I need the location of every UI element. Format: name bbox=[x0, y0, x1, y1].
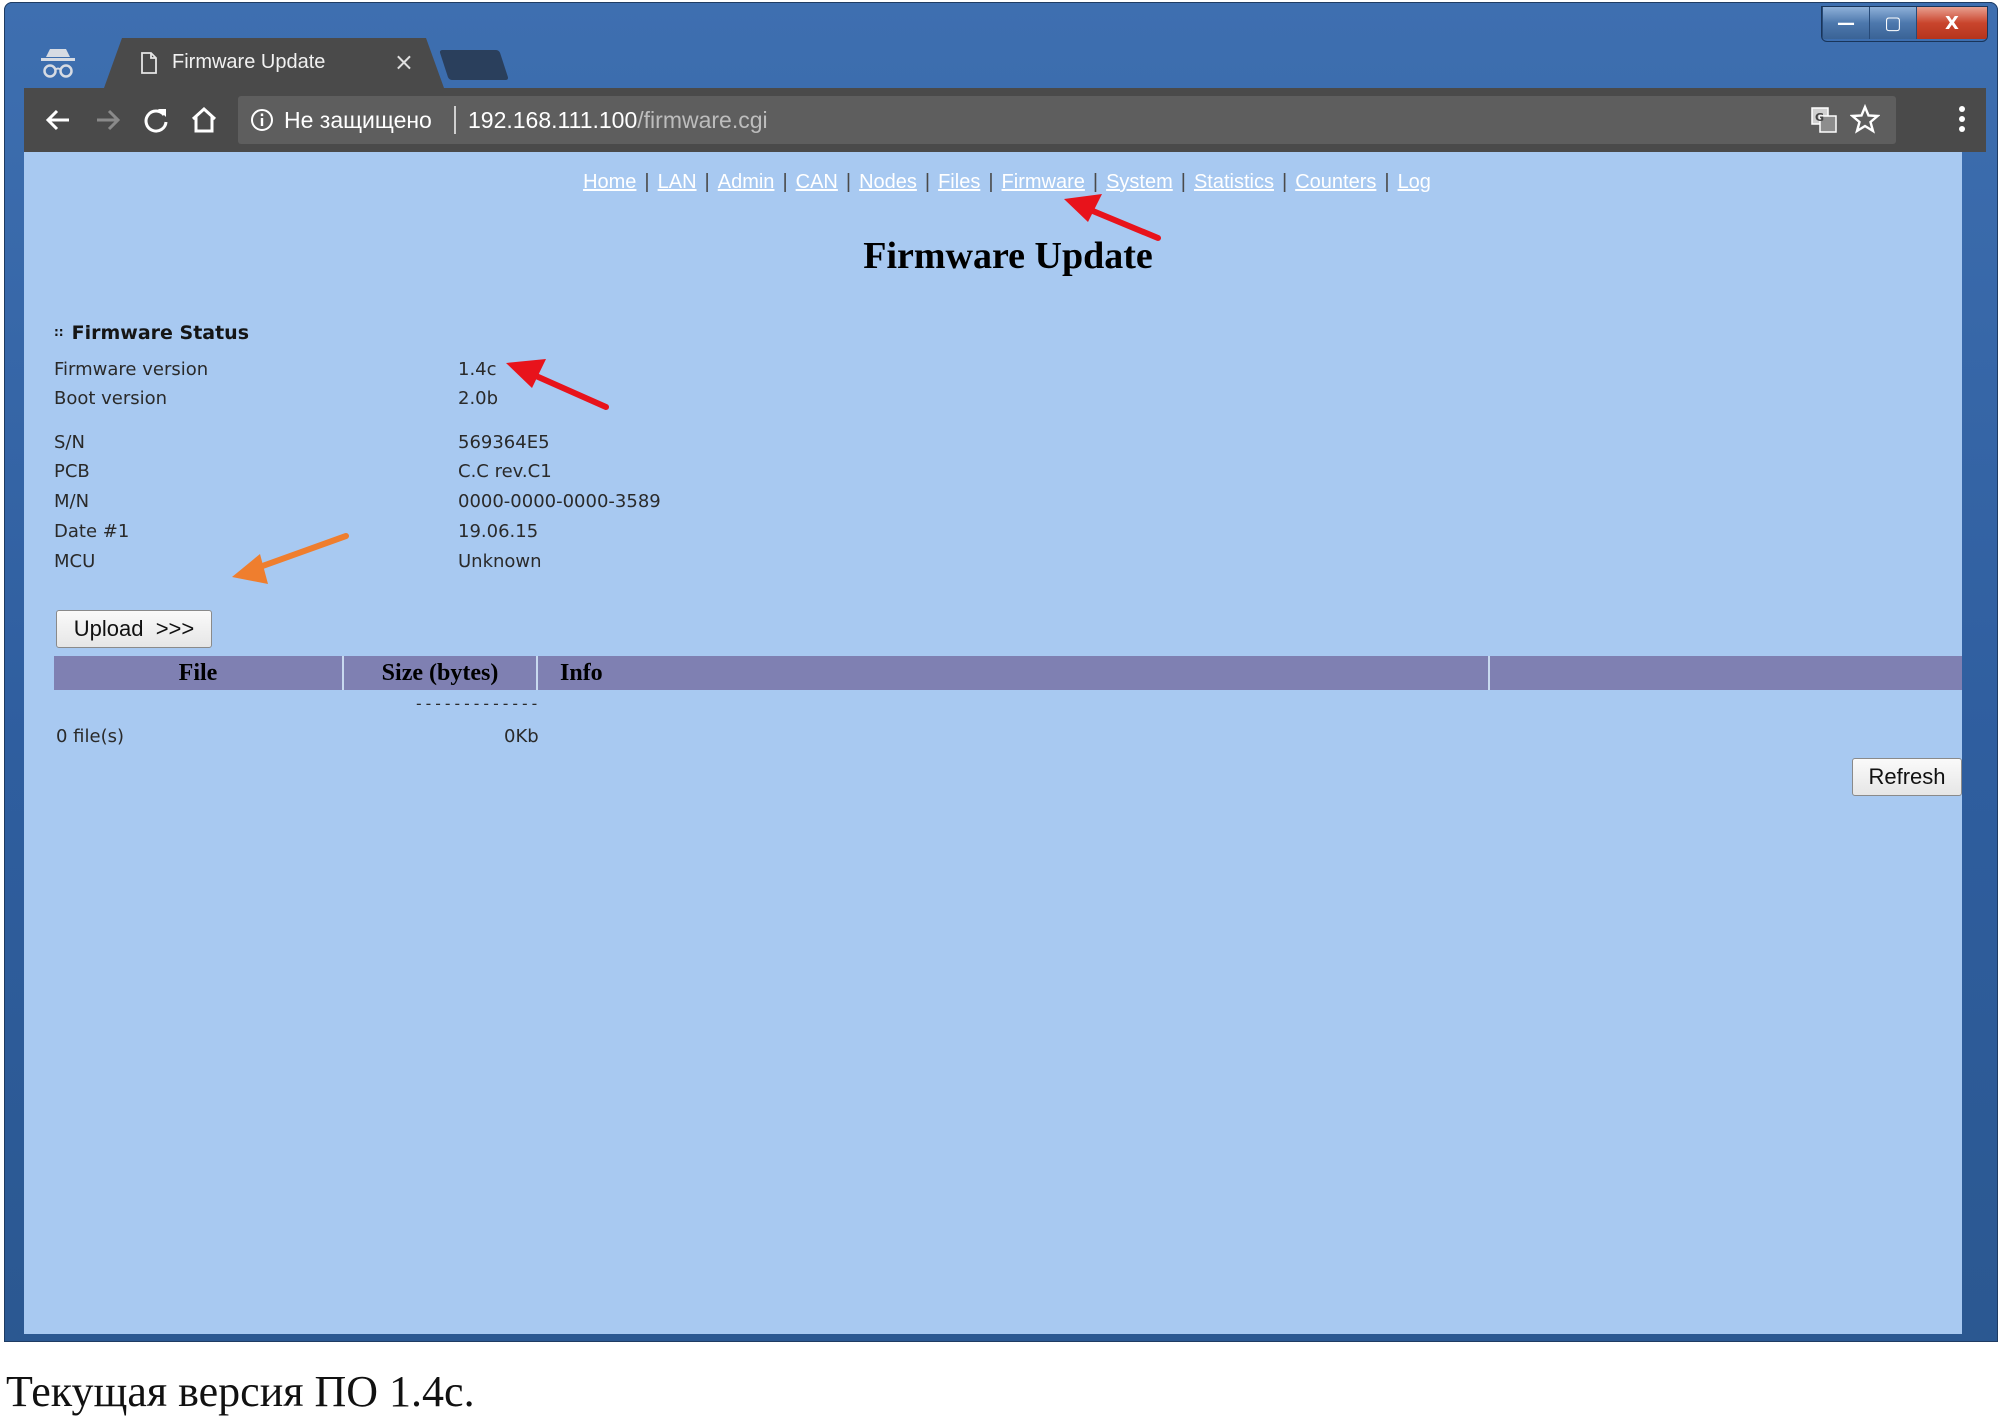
tab-close-button[interactable]: × bbox=[394, 48, 414, 76]
close-window-button[interactable]: X bbox=[1916, 7, 1987, 39]
nav-link-home[interactable]: Home bbox=[583, 171, 636, 193]
nav-separator: | bbox=[924, 171, 931, 193]
status-label: Firmware version bbox=[54, 359, 209, 380]
nav-link-statistics[interactable]: Statistics bbox=[1194, 171, 1274, 193]
column-header-info: Info bbox=[538, 656, 1490, 690]
nav-separator: | bbox=[845, 171, 852, 193]
tab-firmware-update[interactable]: Firmware Update × bbox=[104, 38, 444, 88]
status-label: M/N bbox=[54, 491, 90, 512]
nav-separator: | bbox=[782, 171, 788, 193]
browser-toolbar: Не защищено 192.168.111.100/firmware.cgi… bbox=[24, 88, 1986, 152]
nav-separator: | bbox=[1384, 171, 1390, 193]
status-value: 1.4c bbox=[458, 359, 497, 380]
nav-link-counters[interactable]: Counters bbox=[1295, 171, 1376, 193]
security-label[interactable]: Не защищено bbox=[284, 107, 432, 134]
nav-link-lan[interactable]: LAN bbox=[658, 171, 697, 193]
red-arrow-firmware-link-icon bbox=[1064, 194, 1161, 241]
status-label: Boot version bbox=[54, 388, 168, 409]
nav-separator: | bbox=[704, 171, 710, 193]
url-host: 192.168.111.100 bbox=[468, 107, 638, 133]
column-header-file: File bbox=[54, 656, 344, 690]
url-text[interactable]: 192.168.111.100/firmware.cgi bbox=[468, 107, 768, 134]
translate-icon[interactable]: G bbox=[1810, 106, 1838, 138]
upload-button[interactable]: Upload >>> bbox=[56, 610, 212, 648]
status-value: 0000-0000-0000-3589 bbox=[458, 491, 661, 512]
nav-separator: | bbox=[644, 171, 650, 193]
heading-text: Firmware Status bbox=[71, 322, 250, 344]
nav-link-can[interactable]: CAN bbox=[796, 171, 838, 193]
column-header-extra bbox=[1490, 656, 1962, 690]
firmware-status-heading: :: Firmware Status bbox=[54, 322, 249, 344]
address-separator bbox=[454, 106, 456, 134]
page-viewport: Home | LAN | Admin | CAN | Nodes | Files | Firmware |… bbox=[24, 152, 1962, 1334]
browser-window: — ▢ X Firmware Update × Не защищено 192.… bbox=[4, 2, 1998, 1342]
status-label: S/N bbox=[54, 432, 85, 453]
top-navigation: Home | LAN | Admin | CAN | Nodes | Files | Firmware |… bbox=[24, 171, 1962, 194]
status-value: 569364E5 bbox=[458, 432, 550, 453]
nav-separator: | bbox=[988, 171, 994, 193]
status-value: 19.06.15 bbox=[458, 521, 539, 542]
window-controls: — ▢ X bbox=[1821, 6, 1988, 42]
nav-separator: | bbox=[1092, 171, 1099, 193]
status-value: 2.0b bbox=[458, 388, 499, 409]
files-table-header: File Size (bytes) Info bbox=[54, 656, 1962, 690]
reload-icon[interactable] bbox=[138, 102, 174, 138]
orange-arrow-upload-icon bbox=[232, 533, 349, 584]
refresh-button[interactable]: Refresh bbox=[1852, 758, 1962, 796]
heading-bullet: :: bbox=[54, 325, 64, 339]
nav-link-admin[interactable]: Admin bbox=[718, 171, 775, 193]
red-arrow-version-icon bbox=[506, 359, 609, 410]
incognito-icon[interactable] bbox=[36, 46, 80, 80]
status-value: C.C rev.C1 bbox=[458, 461, 552, 482]
total-size: 0Kb bbox=[504, 726, 539, 747]
nav-link-system[interactable]: System bbox=[1106, 171, 1173, 193]
maximize-button[interactable]: ▢ bbox=[1869, 7, 1916, 39]
info-icon[interactable] bbox=[250, 108, 274, 136]
minimize-button[interactable]: — bbox=[1822, 7, 1869, 39]
nav-link-log[interactable]: Log bbox=[1398, 171, 1431, 193]
nav-link-firmware[interactable]: Firmware bbox=[1002, 171, 1085, 193]
svg-text:G: G bbox=[1815, 111, 1824, 124]
caption-text: Текущая версия ПО 1.4с. bbox=[6, 1367, 475, 1416]
page-title: Firmware Update bbox=[863, 235, 1153, 277]
tab-title: Firmware Update bbox=[172, 51, 326, 73]
files-count: 0 file(s) bbox=[56, 726, 125, 747]
column-header-size: Size (bytes) bbox=[344, 656, 538, 690]
url-path: /firmware.cgi bbox=[637, 107, 768, 133]
address-bar[interactable]: Не защищено 192.168.111.100/firmware.cgi… bbox=[238, 96, 1896, 144]
back-arrow-icon[interactable] bbox=[40, 102, 76, 138]
menu-dots-icon[interactable] bbox=[1958, 104, 1966, 138]
new-tab-button[interactable] bbox=[439, 50, 509, 80]
nav-separator: | bbox=[1282, 171, 1288, 193]
star-icon[interactable] bbox=[1849, 103, 1881, 138]
home-icon[interactable] bbox=[186, 102, 222, 138]
tab-strip: Firmware Update × bbox=[24, 38, 1978, 88]
forward-arrow-icon[interactable] bbox=[90, 102, 126, 138]
nav-separator: | bbox=[1180, 171, 1186, 193]
size-total-divider: ------------- bbox=[414, 694, 540, 713]
status-label: Date #1 bbox=[54, 521, 130, 542]
nav-link-files[interactable]: Files bbox=[938, 171, 980, 193]
status-label: MCU bbox=[54, 551, 96, 572]
nav-link-nodes[interactable]: Nodes bbox=[859, 171, 917, 193]
status-label: PCB bbox=[54, 461, 90, 482]
document-icon bbox=[140, 52, 158, 78]
status-value: Unknown bbox=[458, 551, 542, 572]
